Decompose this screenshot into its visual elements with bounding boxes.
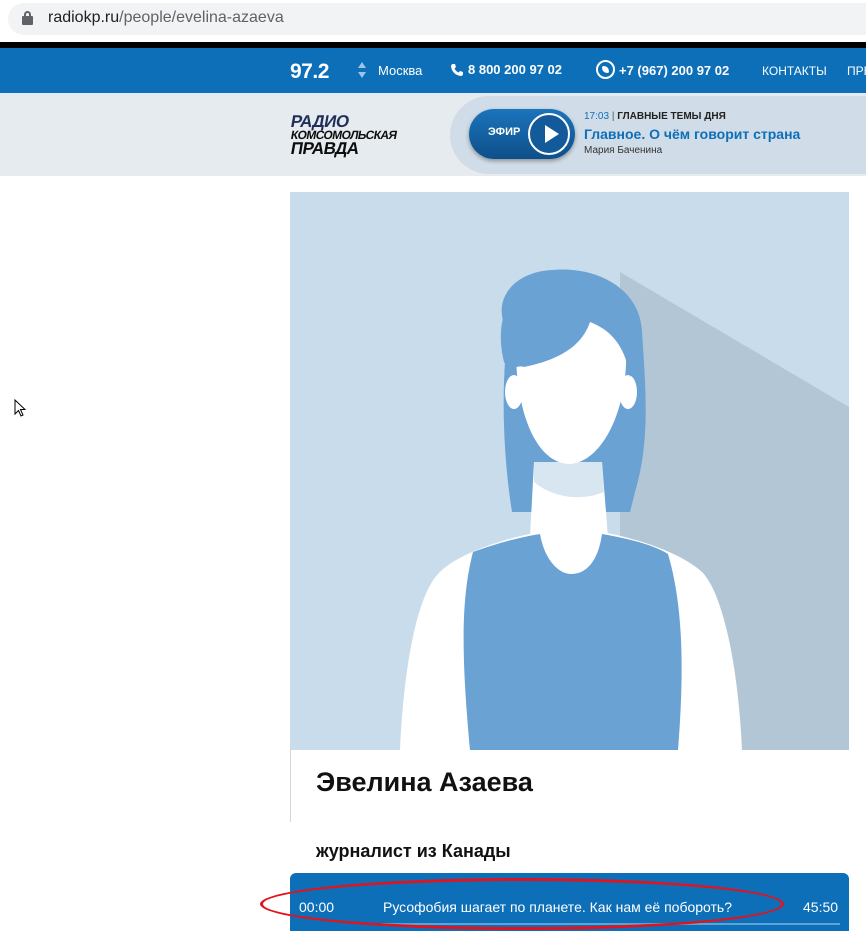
person-name: Эвелина Азаева xyxy=(316,767,533,797)
url-path: /people/evelina-azaeva xyxy=(119,9,284,26)
show-separator: | xyxy=(611,111,615,122)
nav-overflow-link[interactable]: ПРЕ xyxy=(847,64,866,78)
phone-icon xyxy=(451,63,463,76)
phone-link[interactable]: 8 800 200 97 02 xyxy=(450,62,562,77)
show-host[interactable]: Мария Баченина xyxy=(584,145,662,156)
person-photo xyxy=(290,192,849,750)
city-switch-icon[interactable] xyxy=(357,62,367,80)
browser-toolbar: radiokp.ru/people/evelina-azaeva xyxy=(0,0,866,38)
mouse-cursor-icon xyxy=(14,399,26,417)
live-label: ЭФИР xyxy=(488,126,521,138)
logo-line-3: ПРАВДА xyxy=(289,139,361,158)
female-avatar-icon xyxy=(290,192,849,750)
whatsapp-link[interactable]: +7 (967) 200 97 02 xyxy=(596,60,730,79)
site-logo[interactable]: РАДИО КОМСОМОЛЬСКАЯ ПРАВДА xyxy=(289,112,416,158)
play-icon xyxy=(528,113,570,155)
station-frequency[interactable]: 97.2 xyxy=(290,60,329,84)
phone-number: 8 800 200 97 02 xyxy=(468,62,562,77)
player-current-time: 00:00 xyxy=(299,899,335,915)
person-role: журналист из Канады xyxy=(316,841,511,861)
player-duration: 45:50 xyxy=(803,899,839,915)
card-divider xyxy=(290,750,291,822)
player-episode-title[interactable]: Русофобия шагает по планете. Как нам её … xyxy=(383,899,732,915)
audio-player[interactable]: 00:00 Русофобия шагает по планете. Как н… xyxy=(290,873,849,931)
show-title[interactable]: Главное. О чём говорит страна xyxy=(584,126,800,142)
contacts-link[interactable]: КОНТАКТЫ xyxy=(762,64,827,78)
city-selector[interactable]: Москва xyxy=(378,63,422,78)
url-host: radiokp.ru xyxy=(48,9,120,26)
live-play-button[interactable]: ЭФИР xyxy=(469,109,575,159)
whatsapp-icon xyxy=(596,60,615,79)
whatsapp-number: +7 (967) 200 97 02 xyxy=(619,63,730,78)
show-category: ГЛАВНЫЕ ТЕМЫ ДНЯ xyxy=(617,111,726,122)
top-nav: 97.2 Москва 8 800 200 97 02 +7 (967) 200… xyxy=(0,48,866,93)
player-progress-track[interactable] xyxy=(382,923,840,925)
url-text[interactable]: radiokp.ru/people/evelina-azaeva xyxy=(48,9,284,27)
show-meta: 17:03 | ГЛАВНЫЕ ТЕМЫ ДНЯ xyxy=(584,111,726,122)
show-time: 17:03 xyxy=(584,111,610,122)
lock-icon[interactable] xyxy=(22,11,33,25)
